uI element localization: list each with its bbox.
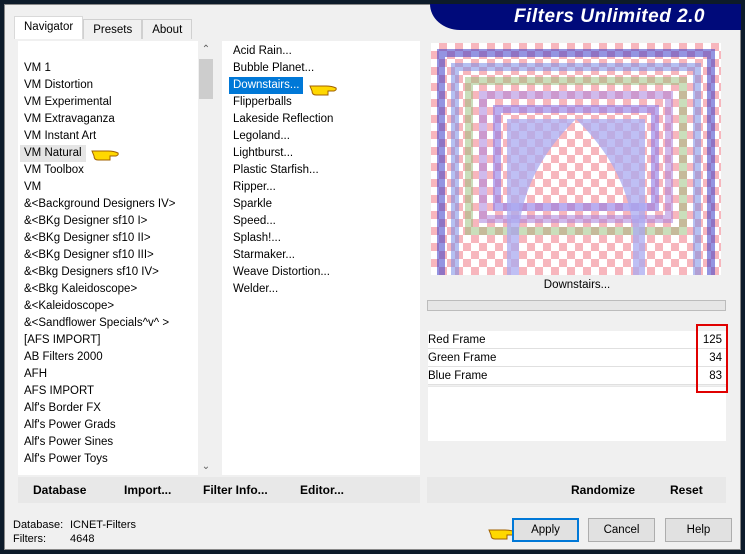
filter-item[interactable]: Splash!...	[229, 230, 420, 247]
filter-item[interactable]: Downstairs...	[229, 77, 304, 94]
database-value: ICNET-Filters	[70, 519, 136, 531]
import-button[interactable]: Import...	[124, 483, 171, 497]
scroll-up-arrow-icon[interactable]: ⌃	[198, 41, 214, 58]
apply-button[interactable]: Apply	[512, 518, 579, 542]
category-item[interactable]: VM Natural	[20, 145, 86, 162]
filter-item[interactable]: Bubble Planet...	[229, 60, 420, 77]
category-scrollbar[interactable]: ⌃ ⌄	[198, 41, 214, 475]
progress-bar	[427, 300, 726, 311]
database-button[interactable]: Database	[33, 483, 86, 497]
randomize-button[interactable]: Randomize	[571, 483, 635, 497]
category-item[interactable]: Alf's Power Toys	[20, 451, 198, 468]
scrollbar-thumb[interactable]	[199, 59, 213, 99]
title-banner: Filters Unlimited 2.0	[430, 4, 741, 30]
reset-button[interactable]: Reset	[670, 483, 703, 497]
category-item[interactable]: Alf's Power Grads	[20, 417, 198, 434]
category-item[interactable]: VM Extravaganza	[20, 111, 198, 128]
category-item[interactable]: VM Experimental	[20, 94, 198, 111]
highlight-box	[696, 324, 728, 393]
param-label: Red Frame	[428, 334, 486, 346]
category-list[interactable]: VM 1 VM Distortion VM Experimental VM Extra…	[18, 41, 198, 475]
category-item[interactable]: VM Distortion	[20, 77, 198, 94]
category-item[interactable]: AB Filters 2000	[20, 349, 198, 366]
filters-label: Filters:	[13, 533, 46, 545]
category-item[interactable]: &<BKg Designer sf10 II>	[20, 230, 198, 247]
category-item[interactable]: &<Bkg Designers sf10 IV>	[20, 264, 198, 281]
filter-item[interactable]: Lightburst...	[229, 145, 420, 162]
editor-button[interactable]: Editor...	[300, 483, 344, 497]
cancel-button[interactable]: Cancel	[588, 518, 655, 542]
param-red-frame[interactable]: Red Frame 125	[428, 331, 726, 349]
filter-item[interactable]: Acid Rain...	[229, 43, 420, 60]
param-green-frame[interactable]: Green Frame 34	[428, 349, 726, 367]
filter-item[interactable]: Weave Distortion...	[229, 264, 420, 281]
param-label: Green Frame	[428, 352, 497, 364]
category-item[interactable]: &<Bkg Kaleidoscope>	[20, 281, 198, 298]
filter-item[interactable]: Ripper...	[229, 179, 420, 196]
param-empty-area	[428, 386, 726, 441]
category-item[interactable]: &<BKg Designer sf10 III>	[20, 247, 198, 264]
status-info: Database: ICNET-Filters Filters: 4648	[13, 518, 136, 546]
category-item[interactable]: VM 1	[20, 60, 198, 77]
category-item[interactable]: VM Instant Art	[20, 128, 198, 145]
help-button[interactable]: Help	[665, 518, 732, 542]
category-item[interactable]: Alf's Power Sines	[20, 434, 198, 451]
param-label: Blue Frame	[428, 370, 488, 382]
filter-item[interactable]: Lakeside Reflection	[229, 111, 420, 128]
database-label: Database:	[13, 519, 64, 531]
category-item[interactable]: &<Kaleidoscope>	[20, 298, 198, 315]
category-item[interactable]: AFS IMPORT	[20, 383, 198, 400]
category-item[interactable]: &<Background Designers IV>	[20, 196, 198, 213]
filter-item[interactable]: Speed...	[229, 213, 420, 230]
param-blue-frame[interactable]: Blue Frame 83	[428, 367, 726, 385]
filters-count: 4648	[70, 533, 95, 545]
pointing-hand-icon	[309, 85, 337, 96]
category-item[interactable]: [AFS IMPORT]	[20, 332, 198, 349]
tab-about[interactable]: About	[142, 19, 193, 39]
category-item[interactable]: &<Sandflower Specials^v^ >	[20, 315, 198, 332]
preview-filter-name: Downstairs...	[543, 279, 611, 291]
category-item[interactable]: &<BKg Designer sf10 I>	[20, 213, 198, 230]
filter-item[interactable]: Starmaker...	[229, 247, 420, 264]
category-item[interactable]: VM	[20, 179, 198, 196]
filter-item[interactable]: Plastic Starfish...	[229, 162, 420, 179]
filter-list[interactable]: Acid Rain... Bubble Planet... Downstairs..…	[222, 41, 420, 475]
filter-item[interactable]: Sparkle	[229, 196, 420, 213]
arch-shape	[507, 119, 645, 275]
tab-presets[interactable]: Presets	[83, 19, 143, 39]
category-item[interactable]: AFH	[20, 366, 198, 383]
category-item[interactable]: VM Toolbox	[20, 162, 198, 179]
tab-bar: Navigator Presets About	[14, 16, 193, 39]
filter-info-button[interactable]: Filter Info...	[203, 483, 268, 497]
pointing-hand-icon	[91, 150, 119, 161]
tab-navigator[interactable]: Navigator	[14, 16, 84, 39]
category-item[interactable]: Alf's Border FX	[20, 400, 198, 417]
preview-image	[431, 43, 721, 275]
filter-item[interactable]: Legoland...	[229, 128, 420, 145]
scroll-down-arrow-icon[interactable]: ⌄	[198, 458, 214, 475]
filter-item[interactable]: Welder...	[229, 281, 420, 298]
